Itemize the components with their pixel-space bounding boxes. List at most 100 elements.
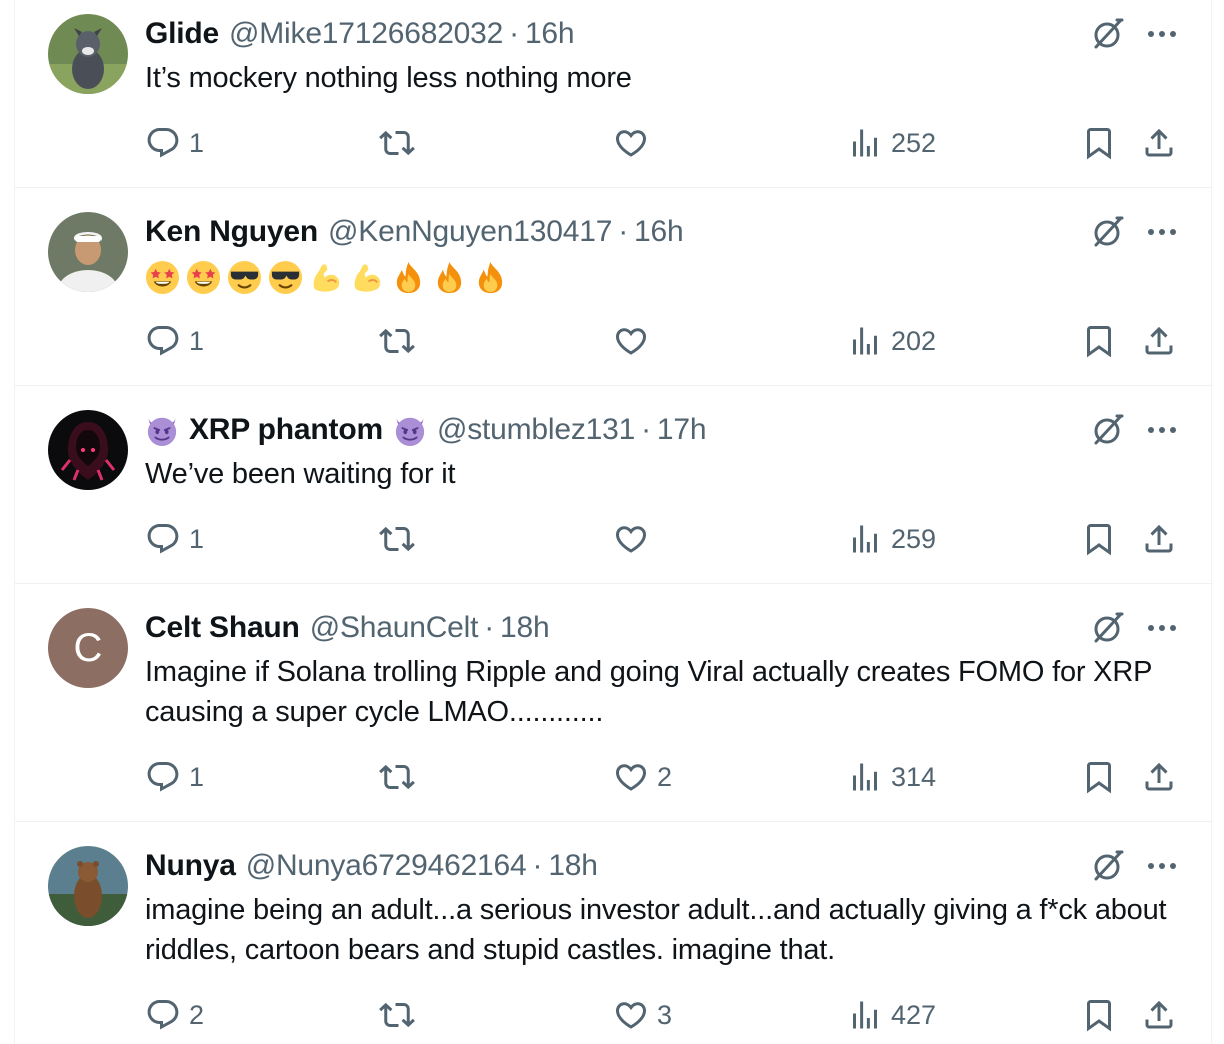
share-icon <box>1141 521 1177 557</box>
author-name[interactable]: Glide <box>145 17 219 51</box>
share-button[interactable] <box>1141 519 1177 559</box>
timestamp[interactable]: 17h <box>657 413 707 447</box>
like-count: 3 <box>657 999 673 1030</box>
share-button[interactable] <box>1141 757 1177 797</box>
grok-icon[interactable] <box>1090 610 1126 646</box>
timestamp[interactable]: 18h <box>500 611 550 645</box>
like-button[interactable] <box>613 123 657 163</box>
reply-item[interactable]: XRP phantom @stumblez131 · 17h We’ve bee… <box>15 386 1213 584</box>
share-icon <box>1141 323 1177 359</box>
author-handle[interactable]: @Mike17126682032 <box>229 17 503 51</box>
grok-icon[interactable] <box>1090 16 1126 52</box>
author-name[interactable]: Ken Nguyen <box>145 215 318 249</box>
avatar[interactable] <box>48 212 128 292</box>
like-button[interactable]: 2 <box>613 757 672 797</box>
views-icon <box>847 759 883 795</box>
like-button[interactable] <box>613 519 657 559</box>
views-button[interactable]: 252 <box>847 123 936 163</box>
timestamp[interactable]: 16h <box>525 17 575 51</box>
author-handle[interactable]: @stumblez131 <box>437 413 635 447</box>
avatar[interactable]: C <box>48 608 128 688</box>
reply-button[interactable]: 1 <box>145 321 204 361</box>
timestamp[interactable]: 18h <box>548 849 598 883</box>
reply-icon <box>145 759 181 795</box>
bookmark-button[interactable] <box>1081 995 1117 1035</box>
bookmark-button[interactable] <box>1081 321 1117 361</box>
bookmark-button[interactable] <box>1081 757 1117 797</box>
author-name[interactable]: XRP phantom <box>189 413 383 447</box>
views-icon <box>847 125 883 161</box>
heart-icon <box>613 125 649 161</box>
retweet-button[interactable] <box>379 757 423 797</box>
author-name[interactable]: Nunya <box>145 849 236 883</box>
separator: · <box>509 17 519 50</box>
smiling-devil-emoji-icon <box>393 413 427 447</box>
flexed-biceps-emoji-icon <box>309 260 344 295</box>
views-button[interactable]: 259 <box>847 519 936 559</box>
more-options-icon[interactable] <box>1145 24 1179 44</box>
like-button[interactable]: 3 <box>613 995 672 1035</box>
grok-icon[interactable] <box>1090 848 1126 884</box>
author-name[interactable]: Celt Shaun <box>145 611 300 645</box>
avatar[interactable] <box>48 846 128 926</box>
author-handle[interactable]: @Nunya6729462164 <box>246 849 527 883</box>
action-bar: 1 2 314 <box>145 757 1185 797</box>
avatar[interactable] <box>48 14 128 94</box>
grok-icon[interactable] <box>1090 214 1126 250</box>
emoji-text <box>145 260 508 295</box>
more-options-icon[interactable] <box>1145 856 1179 876</box>
share-button[interactable] <box>1141 123 1177 163</box>
retweet-button[interactable] <box>379 321 423 361</box>
fire-emoji-icon <box>432 260 467 295</box>
reply-button[interactable]: 1 <box>145 757 204 797</box>
retweet-button[interactable] <box>379 123 423 163</box>
flexed-biceps-emoji-icon <box>350 260 385 295</box>
reply-header: XRP phantom @stumblez131 · 17h <box>145 412 707 448</box>
reply-item[interactable]: C Celt Shaun @ShaunCelt · 18h Imagine if… <box>15 584 1213 822</box>
heart-icon <box>613 323 649 359</box>
reply-item[interactable]: Ken Nguyen @KenNguyen130417 · 16h 1 202 <box>15 188 1213 386</box>
bookmark-button[interactable] <box>1081 123 1117 163</box>
reply-icon <box>145 323 181 359</box>
views-icon <box>847 521 883 557</box>
reply-text: We’ve been waiting for it <box>145 458 456 490</box>
separator: · <box>641 413 651 446</box>
avatar[interactable] <box>48 410 128 490</box>
separator: · <box>484 611 495 644</box>
bookmark-icon <box>1081 521 1117 557</box>
retweet-icon <box>379 125 415 161</box>
bookmark-button[interactable] <box>1081 519 1117 559</box>
reply-count: 1 <box>189 761 205 792</box>
grok-icon[interactable] <box>1090 412 1126 448</box>
views-button[interactable]: 202 <box>847 321 936 361</box>
avatar-letter: C <box>73 625 103 670</box>
reply-button[interactable]: 2 <box>145 995 204 1035</box>
more-options-icon[interactable] <box>1145 420 1179 440</box>
reply-item[interactable]: Nunya @Nunya6729462164 · 18h imagine bei… <box>15 822 1213 1044</box>
like-count: 2 <box>657 761 673 792</box>
retweet-button[interactable] <box>379 995 423 1035</box>
author-handle[interactable]: @ShaunCelt <box>310 611 479 645</box>
reply-text: It’s mockery nothing less nothing more <box>145 62 632 94</box>
reply-button[interactable]: 1 <box>145 519 204 559</box>
views-icon <box>847 323 883 359</box>
reply-text: imagine being an adult...a serious inves… <box>145 894 1167 966</box>
retweet-button[interactable] <box>379 519 423 559</box>
share-button[interactable] <box>1141 995 1177 1035</box>
share-button[interactable] <box>1141 321 1177 361</box>
more-options-icon[interactable] <box>1145 618 1179 638</box>
author-handle[interactable]: @KenNguyen130417 <box>328 215 612 249</box>
action-bar: 1 252 <box>145 123 1185 163</box>
reply-count: 1 <box>189 127 205 158</box>
like-button[interactable] <box>613 321 657 361</box>
views-button[interactable]: 427 <box>847 995 936 1035</box>
reply-header: Celt Shaun @ShaunCelt · 18h <box>145 610 550 646</box>
reply-count: 1 <box>189 523 205 554</box>
reply-icon <box>145 997 181 1033</box>
timestamp[interactable]: 16h <box>634 215 684 249</box>
reply-button[interactable]: 1 <box>145 123 204 163</box>
reply-item[interactable]: Glide @Mike17126682032 · 16h It’s mocker… <box>15 0 1213 188</box>
views-button[interactable]: 314 <box>847 757 936 797</box>
more-options-icon[interactable] <box>1145 222 1179 242</box>
views-icon <box>847 997 883 1033</box>
